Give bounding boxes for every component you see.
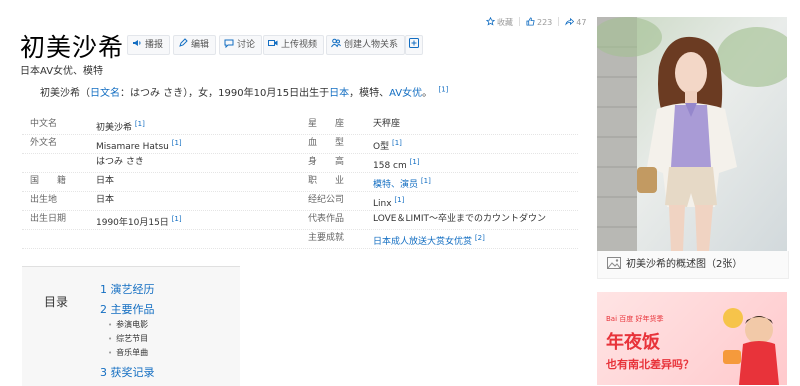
star-icon — [485, 16, 496, 26]
people-icon — [331, 37, 341, 48]
edit-button[interactable]: 编辑 — [173, 35, 217, 55]
toc-item[interactable]: 3 获奖记录 — [100, 364, 155, 380]
video-icon — [268, 37, 278, 47]
share-button[interactable]: 47 — [565, 17, 586, 27]
ad-headline: 年夜饭 — [606, 332, 660, 353]
country-link[interactable]: 日本 — [329, 88, 349, 99]
create-relation-button[interactable]: 创建人物关系 — [326, 35, 406, 55]
ad-brand: Bai 百度 好年货季 — [606, 315, 664, 323]
ad-banner[interactable]: Bai 百度 好年货季 年夜饭 也有南北差异吗？ — [597, 292, 787, 385]
info-row: 出生日期 1990年10月15日 [1] 代表作品 LOVE＆LIMIT～卒业ま… — [22, 210, 578, 230]
top-tools: 收藏 223 47 — [485, 16, 586, 28]
info-row: 中文名 初美沙希 [1] 星 座 天秤座 — [22, 115, 578, 135]
nationality-link[interactable]: 日本 — [96, 172, 114, 191]
toc-subitem[interactable]: 参演电影 — [108, 319, 148, 330]
like-button[interactable]: 223 — [526, 17, 552, 27]
share-icon — [565, 17, 575, 26]
toc-subitem[interactable]: 综艺节目 — [108, 333, 148, 344]
upload-video-button[interactable]: 上传视频 — [263, 35, 325, 55]
toc-label: 目录 — [44, 295, 69, 309]
plus-icon — [409, 37, 419, 48]
ad-subline: 也有南北差异吗？ — [606, 358, 694, 371]
occupation-link[interactable]: 模特、演员 — [373, 180, 418, 190]
add-button[interactable] — [405, 35, 423, 55]
speaker-icon — [132, 37, 142, 47]
collect-button[interactable]: 收藏 — [485, 16, 513, 27]
table-of-contents: 目录 1 演艺经历 2 主要作品 参演电影 综艺节目 音乐单曲 3 获奖记录 — [22, 266, 240, 386]
info-row: 主要成就 日本成人放送大赏女优赏 [2] — [22, 229, 578, 249]
ref-mark[interactable]: [1] — [439, 86, 449, 94]
thumbs-up-icon — [526, 17, 535, 26]
info-row: 国 籍 日本 职 业 模特、演员 [1] — [22, 172, 578, 192]
info-row: はつみ さき 身 高 158 cm [1] — [22, 153, 578, 173]
profile-photo[interactable] — [597, 17, 787, 251]
discuss-button[interactable]: 讨论 — [219, 35, 263, 55]
gallery-icon — [607, 253, 621, 269]
info-row: 出生地 日本 经纪公司 Linx [1] — [22, 191, 578, 211]
info-row: 外文名 Misamare Hatsu [1] 血 型 O型 [1] — [22, 134, 578, 154]
ad-mascot-icon — [723, 308, 779, 385]
job-link[interactable]: AV女优 — [389, 88, 422, 99]
subtitle: 日本AV女优、模特 — [20, 66, 104, 77]
page-title: 初美沙希 — [20, 33, 125, 62]
toc-item[interactable]: 1 演艺经历 — [100, 281, 155, 297]
pencil-icon — [178, 37, 188, 47]
toc-subitem[interactable]: 音乐单曲 — [108, 347, 148, 358]
jp-name-link[interactable]: 日文名 — [90, 88, 120, 99]
summary: 初美沙希（日文名：はつみ さき），女，1990年10月15日出生于日本，模特、A… — [40, 85, 449, 99]
toc-item[interactable]: 2 主要作品 — [100, 301, 155, 317]
achievement-link[interactable]: 日本成人放送大赏女优赏 — [373, 237, 472, 247]
broadcast-button[interactable]: 播报 — [127, 35, 171, 55]
image-caption[interactable]: 初美沙希的概述图（2张） — [597, 251, 789, 279]
zodiac-link[interactable]: 天秤座 — [373, 115, 400, 134]
chat-bubble-icon — [224, 37, 234, 49]
